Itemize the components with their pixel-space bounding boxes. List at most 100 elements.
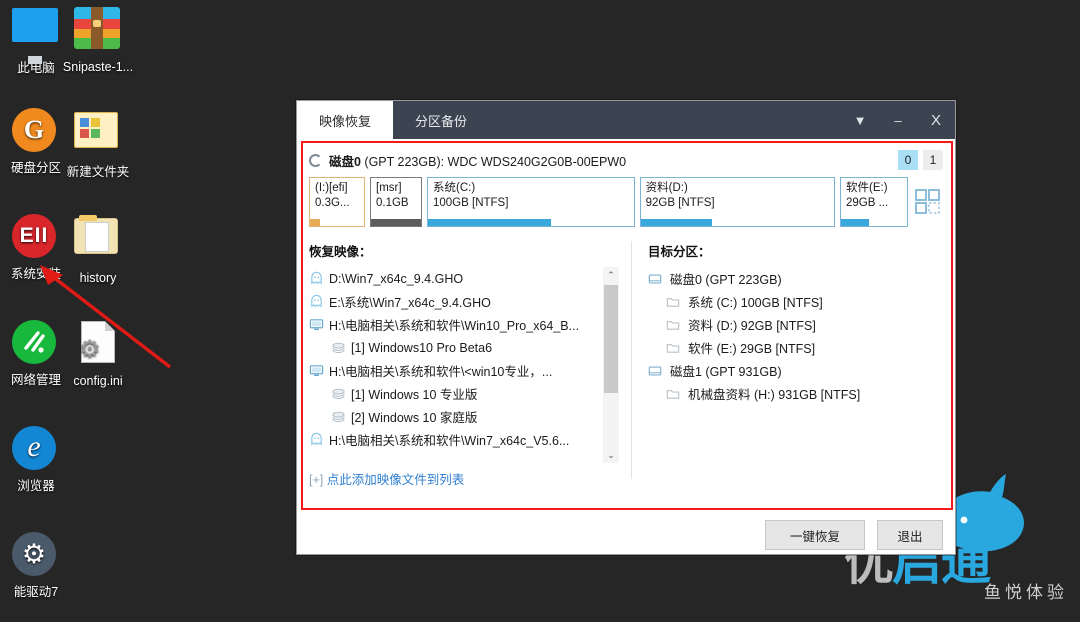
disk-selector-0[interactable]: 0	[898, 150, 918, 170]
partition-msr[interactable]: [msr] 0.1GB	[370, 177, 422, 227]
partition-usage-bar	[310, 219, 320, 226]
tree-item-partition[interactable]: 机械盘资料 (H:) 931GB [NTFS]	[648, 382, 943, 405]
exit-button[interactable]: 退出	[877, 520, 943, 550]
list-item[interactable]: H:\电脑相关\系统和软件\Win10_Pro_x64_B...	[309, 313, 601, 336]
partition-efi[interactable]: (I:)[efi] 0.3G...	[309, 177, 365, 227]
partition-line2: 100GB [NTFS]	[433, 197, 509, 209]
list-item-label: [1] Windows 10 专业版	[351, 388, 478, 402]
list-item[interactable]: [2] Windows 10 家庭版	[309, 405, 601, 428]
partition-strip: (I:)[efi] 0.3G... [msr] 0.1GB 系统(C:) 100…	[309, 177, 943, 227]
ghost-icon	[309, 432, 329, 447]
desktop-icon-new-folder[interactable]: 新建文件夹	[50, 106, 146, 180]
chevron-down-icon[interactable]: ▼	[841, 101, 879, 139]
list-item[interactable]: H:\电脑相关\系统和软件\<win10专业，...	[309, 359, 601, 382]
partition-line2: 0.1GB	[376, 197, 409, 209]
tab-image-restore[interactable]: 映像恢复	[297, 101, 394, 139]
disc-icon	[331, 409, 351, 424]
desktop-icon-label: 能驱动7	[13, 585, 59, 599]
target-tree: 磁盘0 (GPT 223GB) 系统 (C:) 100GB [NTFS] 资料 …	[648, 267, 943, 405]
partition-usage-bar	[428, 219, 552, 226]
desktop-icon-driver-tool[interactable]: ⚙ 能驱动7	[0, 530, 84, 600]
tree-item-label: 磁盘0 (GPT 223GB)	[670, 273, 782, 287]
disk-icon	[648, 364, 670, 378]
watermark-tagline: 鱼悦体验	[984, 583, 1068, 602]
list-item[interactable]: E:\系统\Win7_x64c_9.4.GHO	[309, 290, 601, 313]
tab-partition-backup[interactable]: 分区备份	[393, 101, 489, 139]
list-item-label: [1] Windows10 Pro Beta6	[351, 340, 493, 355]
list-item-label: H:\电脑相关\系统和软件\Win10_Pro_x64_B...	[329, 319, 580, 333]
refresh-icon[interactable]	[309, 153, 322, 167]
tree-item-partition[interactable]: 系统 (C:) 100GB [NTFS]	[648, 290, 943, 313]
desktop-icon-label: 浏览器	[17, 479, 55, 493]
partition-line1: 系统(C:)	[433, 182, 476, 194]
desktop-icon-history[interactable]: history	[50, 212, 146, 286]
tree-item-partition[interactable]: 资料 (D:) 92GB [NTFS]	[648, 313, 943, 336]
tree-item-label: 系统 (C:) 100GB [NTFS]	[688, 296, 823, 310]
list-item[interactable]: [1] Windows 10 专业版	[309, 382, 601, 405]
disk-icon	[648, 272, 670, 286]
panel-divider	[631, 241, 632, 479]
desktop-icon-label: Snipaste-1...	[62, 60, 134, 74]
monitor-icon	[309, 363, 329, 378]
disk-title-rest: (GPT 223GB): WDC WDS240G2G0B-00EPW0	[360, 154, 627, 169]
gear-icon: ⚙	[12, 532, 60, 580]
partition-line1: 软件(E:)	[846, 182, 888, 194]
target-panel-heading: 目标分区：	[648, 245, 711, 259]
desktop-icon-ie-browser[interactable]: e 浏览器	[0, 424, 84, 494]
partition-system-c[interactable]: 系统(C:) 100GB [NTFS]	[427, 177, 635, 227]
list-item-label: D:\Win7_x64c_9.4.GHO	[329, 271, 464, 286]
folder-icon	[666, 295, 688, 309]
disk-title-bold: 磁盘0	[329, 154, 361, 169]
folder-icon	[666, 318, 688, 332]
monitor-icon	[309, 317, 329, 332]
scroll-up-icon[interactable]: ⌃	[603, 267, 619, 283]
desktop-icon-label: 新建文件夹	[66, 165, 130, 179]
folder-open-icon	[74, 112, 122, 160]
partition-line1: 资料(D:)	[645, 182, 688, 194]
images-list-scrollbar[interactable]: ⌃ ⌄	[603, 267, 619, 463]
disc-icon	[331, 386, 351, 401]
desktop-icon-config-ini[interactable]: ⚙ config.ini	[50, 318, 146, 389]
image-restore-dialog: 映像恢复 分区备份 ▼ – X 磁盘0 (GPT 223GB): WDC WDS…	[296, 100, 956, 555]
scroll-down-icon[interactable]: ⌄	[603, 447, 619, 463]
list-item[interactable]: H:\电脑相关\系统和软件\Win7_x64c_V5.6...	[309, 428, 601, 451]
desktop-icon-label: history	[79, 271, 117, 285]
ie-icon: e	[12, 426, 60, 474]
desktop-icon-snipaste[interactable]: Snipaste-1...	[50, 4, 146, 75]
disk-selector: 0 1	[898, 150, 943, 170]
footer-divider	[309, 508, 943, 509]
disk-selector-1[interactable]: 1	[923, 150, 943, 170]
dialog-footer: 一键恢复 退出	[765, 520, 943, 550]
one-key-restore-button[interactable]: 一键恢复	[765, 520, 865, 550]
archive-icon	[74, 7, 122, 55]
scrollbar-thumb[interactable]	[604, 285, 618, 393]
tree-item-disk[interactable]: 磁盘0 (GPT 223GB)	[648, 267, 943, 290]
window-controls: ▼ – X	[841, 101, 955, 139]
folder-icon	[74, 215, 122, 266]
tree-item-label: 资料 (D:) 92GB [NTFS]	[688, 319, 816, 333]
ghost-icon	[309, 294, 329, 309]
tree-item-disk[interactable]: 磁盘1 (GPT 931GB)	[648, 359, 943, 382]
add-image-link[interactable]: [+] 点此添加映像文件到列表	[309, 469, 619, 488]
images-panel: 恢复映像： D:\Win7_x64c_9.4.GHO E:\系统\Win7_x6…	[309, 241, 619, 487]
add-image-label: 点此添加映像文件到列表	[326, 473, 465, 487]
close-icon[interactable]: X	[917, 101, 955, 139]
partition-data-d[interactable]: 资料(D:) 92GB [NTFS]	[639, 177, 835, 227]
dialog-titlebar: 映像恢复 分区备份 ▼ – X	[297, 101, 955, 139]
desktop-icon-label: config.ini	[73, 374, 123, 388]
list-item-label: [2] Windows 10 家庭版	[351, 411, 478, 425]
list-item-label: E:\系统\Win7_x64c_9.4.GHO	[329, 296, 491, 310]
tree-item-partition[interactable]: 软件 (E:) 29GB [NTFS]	[648, 336, 943, 359]
list-item[interactable]: D:\Win7_x64c_9.4.GHO	[309, 267, 601, 290]
badge-letter: e	[12, 426, 56, 470]
target-panel: 目标分区： 磁盘0 (GPT 223GB) 系统 (C:) 100GB [NTF…	[648, 241, 943, 479]
partition-usage-bar	[640, 219, 713, 226]
dialog-body: 磁盘0 (GPT 223GB): WDC WDS240G2G0B-00EPW0 …	[297, 139, 955, 556]
folder-icon	[666, 341, 688, 355]
minimize-icon[interactable]: –	[879, 101, 917, 139]
disc-icon	[331, 340, 351, 355]
tree-item-label: 软件 (E:) 29GB [NTFS]	[688, 342, 816, 356]
list-item[interactable]: [1] Windows10 Pro Beta6	[309, 336, 601, 359]
partition-software-e[interactable]: 软件(E:) 29GB ...	[840, 177, 908, 227]
partition-grid-icon[interactable]	[913, 177, 943, 227]
